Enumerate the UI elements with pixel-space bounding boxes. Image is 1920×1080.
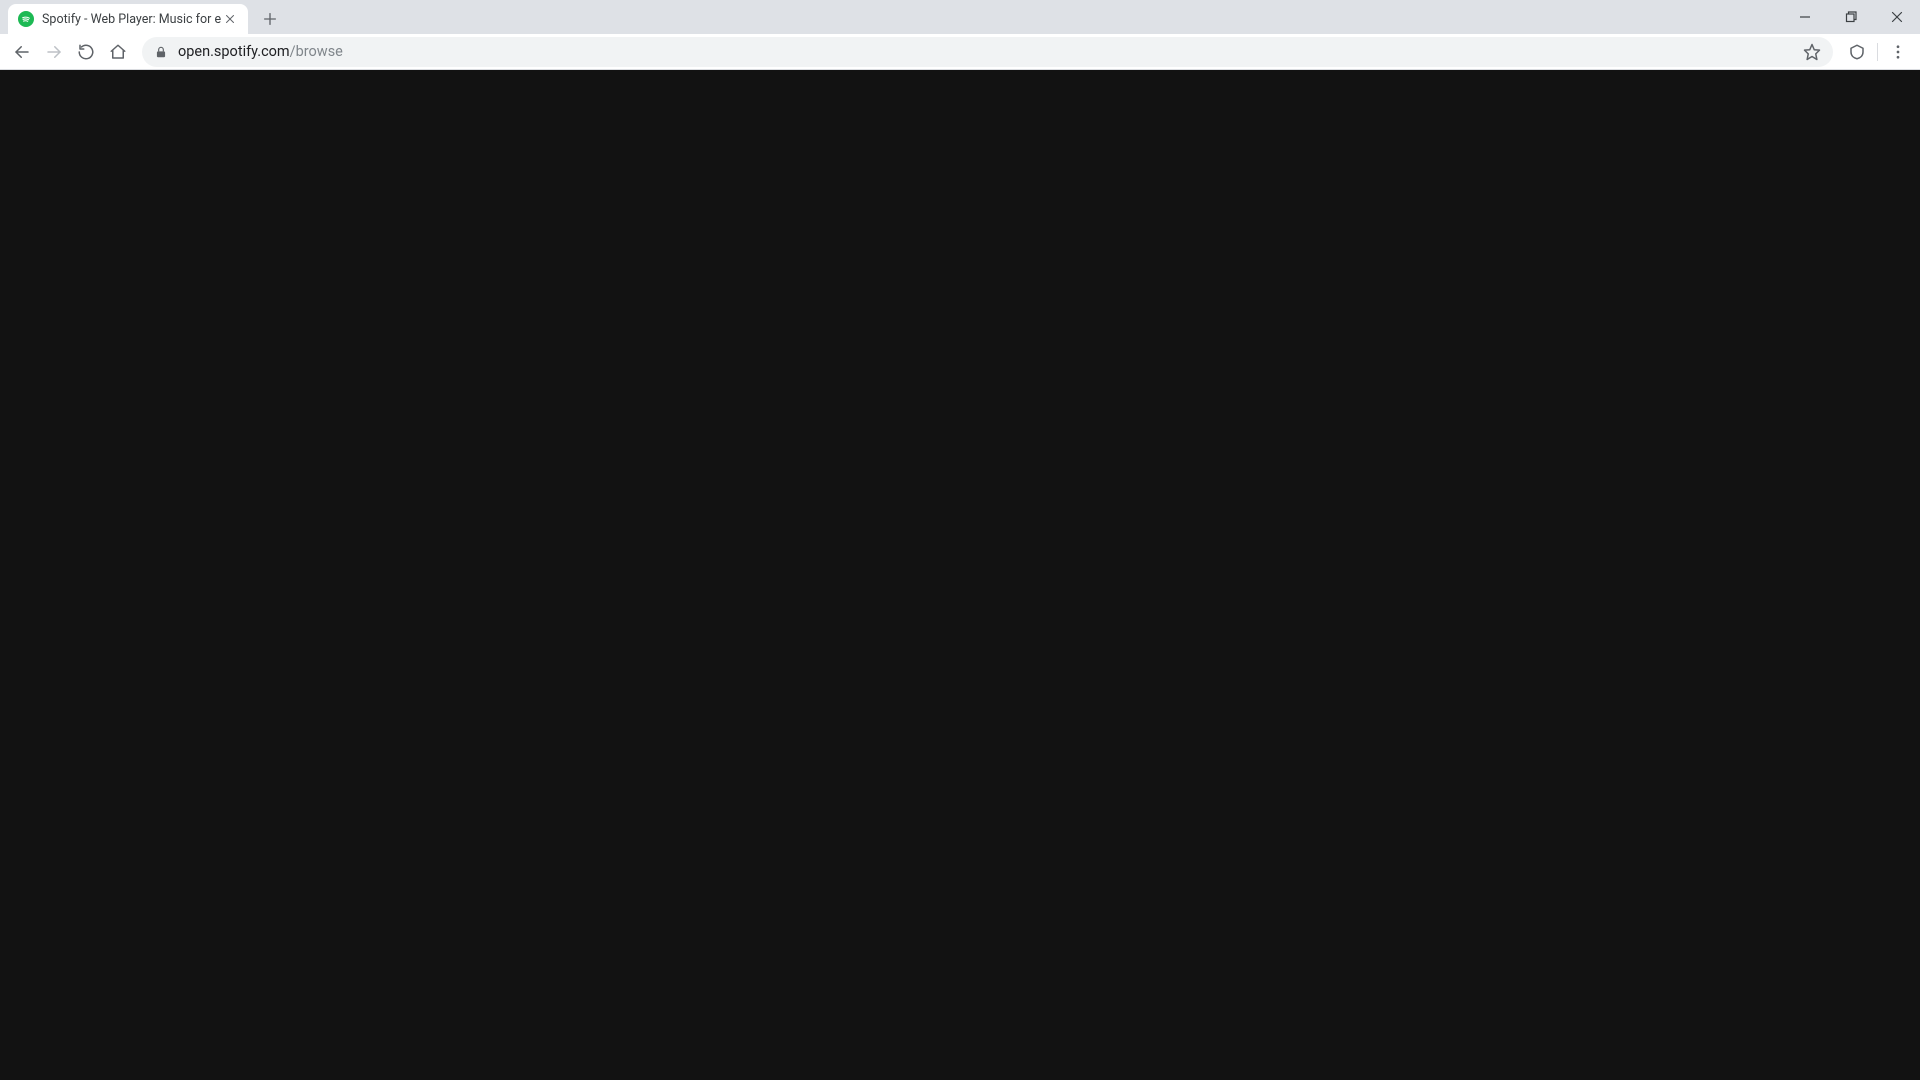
- url-path: /browse: [290, 43, 343, 60]
- back-button[interactable]: [6, 36, 38, 68]
- minimize-window-button[interactable]: [1782, 0, 1828, 34]
- address-bar[interactable]: open.spotify.com/browse: [142, 37, 1833, 67]
- url-host: open.spotify.com: [178, 43, 290, 60]
- window-controls: [1782, 0, 1920, 34]
- tab-strip: Spotify - Web Player: Music for e: [0, 0, 1920, 34]
- forward-button[interactable]: [38, 36, 70, 68]
- toolbar-separator: [1877, 43, 1878, 61]
- tab-title: Spotify - Web Player: Music for e: [42, 12, 222, 27]
- browser-toolbar: open.spotify.com/browse: [0, 34, 1920, 70]
- bookmark-star-icon[interactable]: [1803, 43, 1821, 61]
- extension-icon[interactable]: [1841, 36, 1873, 68]
- home-button[interactable]: [102, 36, 134, 68]
- browser-tab[interactable]: Spotify - Web Player: Music for e: [8, 4, 248, 34]
- page-content: [0, 70, 1920, 1080]
- chrome-menu-button[interactable]: [1882, 36, 1914, 68]
- close-tab-icon[interactable]: [222, 11, 238, 27]
- close-window-button[interactable]: [1874, 0, 1920, 34]
- spotify-favicon-icon: [18, 11, 34, 27]
- lock-icon[interactable]: [154, 45, 168, 59]
- maximize-window-button[interactable]: [1828, 0, 1874, 34]
- new-tab-button[interactable]: [256, 5, 284, 33]
- reload-button[interactable]: [70, 36, 102, 68]
